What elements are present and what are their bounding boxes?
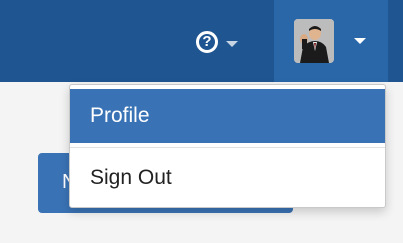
menu-item-profile[interactable]: Profile <box>70 89 385 143</box>
user-dropdown-menu: Profile Sign Out <box>69 84 386 208</box>
avatar-photo <box>294 19 334 63</box>
chevron-down-icon <box>226 41 238 47</box>
user-menu-toggle[interactable] <box>274 0 388 82</box>
menu-item-sign-out[interactable]: Sign Out <box>70 152 385 204</box>
top-navbar: ? <box>0 0 403 82</box>
help-dropdown-toggle[interactable]: ? <box>188 22 264 64</box>
chevron-down-icon <box>354 38 366 44</box>
help-icon: ? <box>196 31 218 53</box>
menu-divider <box>70 147 385 148</box>
avatar <box>294 19 334 63</box>
